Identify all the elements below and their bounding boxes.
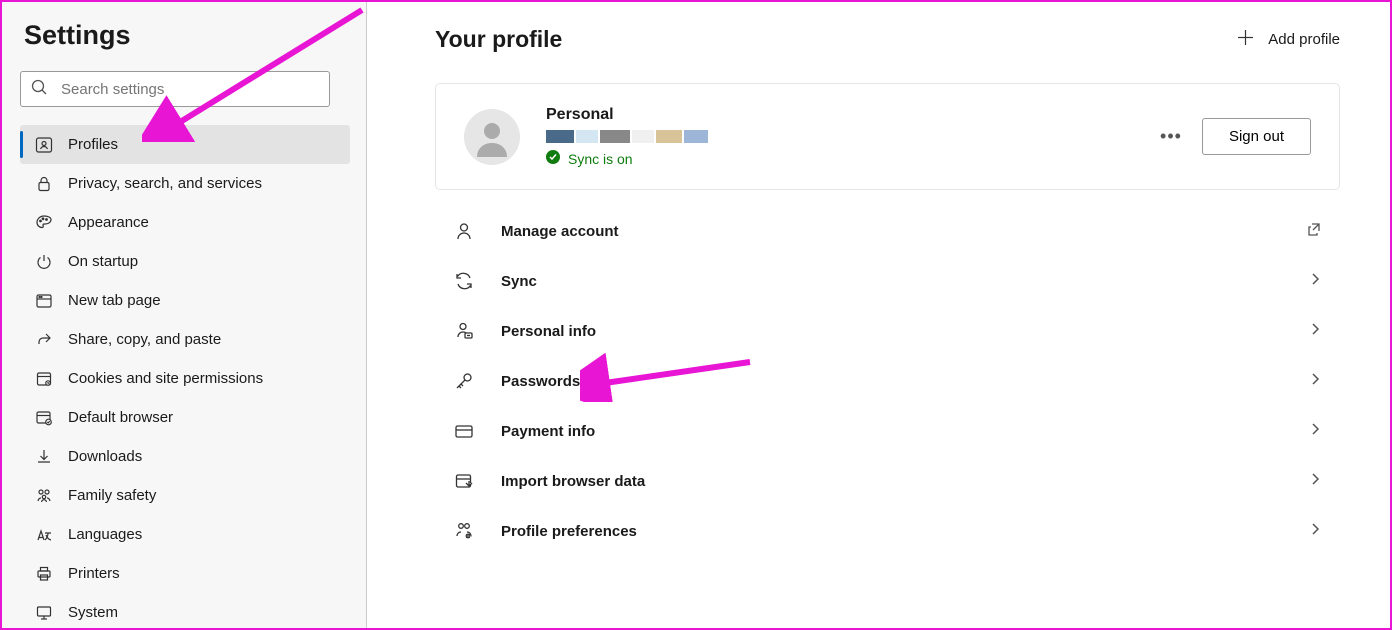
nav-label: Share, copy, and paste xyxy=(68,331,221,348)
menu-item-payment[interactable]: Payment info xyxy=(435,406,1340,456)
family-icon xyxy=(34,486,54,506)
avatar xyxy=(464,109,520,165)
chevron-right-icon xyxy=(1308,372,1322,391)
nav-item-family[interactable]: Family safety xyxy=(20,476,350,515)
nav-label: Privacy, search, and services xyxy=(68,175,262,192)
lock-icon xyxy=(34,174,54,194)
nav-item-share[interactable]: Share, copy, and paste xyxy=(20,320,350,359)
chevron-right-icon xyxy=(1308,272,1322,291)
profile-menu-list: Manage account Sync Personal info xyxy=(435,206,1340,556)
printer-icon xyxy=(34,564,54,584)
nav-label: Family safety xyxy=(68,487,156,504)
search-input[interactable] xyxy=(61,81,319,98)
search-icon xyxy=(31,79,47,100)
page-title: Your profile xyxy=(435,26,562,53)
nav-item-system[interactable]: System xyxy=(20,593,350,628)
nav-label: New tab page xyxy=(68,292,161,309)
nav-label: Default browser xyxy=(68,409,173,426)
settings-sidebar: Settings Profiles Privacy, search, and s… xyxy=(2,2,367,628)
power-icon xyxy=(34,252,54,272)
add-profile-label: Add profile xyxy=(1268,31,1340,48)
nav-item-downloads[interactable]: Downloads xyxy=(20,437,350,476)
profile-card: Personal Sync is on ••• Sign out xyxy=(435,83,1340,190)
menu-item-sync[interactable]: Sync xyxy=(435,256,1340,306)
person-icon xyxy=(453,220,475,242)
menu-item-preferences[interactable]: Profile preferences xyxy=(435,506,1340,556)
menu-item-import[interactable]: Import browser data xyxy=(435,456,1340,506)
profiles-icon xyxy=(34,135,54,155)
menu-item-personal-info[interactable]: Personal info xyxy=(435,306,1340,356)
system-icon xyxy=(34,603,54,623)
chevron-right-icon xyxy=(1308,522,1322,541)
card-icon xyxy=(453,420,475,442)
nav-label: Downloads xyxy=(68,448,142,465)
nav-label: System xyxy=(68,604,118,621)
nav-item-profiles[interactable]: Profiles xyxy=(20,125,350,164)
sync-status: Sync is on xyxy=(546,150,1160,167)
nav-label: Profiles xyxy=(68,136,118,153)
nav-item-privacy[interactable]: Privacy, search, and services xyxy=(20,164,350,203)
nav-item-newtab[interactable]: New tab page xyxy=(20,281,350,320)
menu-label: Personal info xyxy=(501,323,1308,340)
nav-label: On startup xyxy=(68,253,138,270)
newtab-icon xyxy=(34,291,54,311)
languages-icon xyxy=(34,525,54,545)
main-content: Your profile Add profile Personal xyxy=(367,2,1390,628)
key-icon xyxy=(453,370,475,392)
nav-item-printers[interactable]: Printers xyxy=(20,554,350,593)
share-icon xyxy=(34,330,54,350)
profile-info: Personal Sync is on xyxy=(546,106,1160,167)
nav-label: Appearance xyxy=(68,214,149,231)
sync-icon xyxy=(453,270,475,292)
menu-label: Sync xyxy=(501,273,1308,290)
nav-item-cookies[interactable]: Cookies and site permissions xyxy=(20,359,350,398)
chevron-right-icon xyxy=(1308,322,1322,341)
menu-item-manage-account[interactable]: Manage account xyxy=(435,206,1340,256)
profile-name: Personal xyxy=(546,106,1160,124)
nav-item-defaultbrowser[interactable]: Default browser xyxy=(20,398,350,437)
appearance-icon xyxy=(34,213,54,233)
browser-icon xyxy=(34,408,54,428)
check-circle-icon xyxy=(546,150,560,167)
menu-label: Payment info xyxy=(501,423,1308,440)
nav-label: Languages xyxy=(68,526,142,543)
menu-label: Passwords xyxy=(501,373,1308,390)
external-icon xyxy=(1306,221,1322,242)
personal-info-icon xyxy=(453,320,475,342)
nav-item-languages[interactable]: Languages xyxy=(20,515,350,554)
main-header: Your profile Add profile xyxy=(435,26,1340,53)
menu-label: Import browser data xyxy=(501,473,1308,490)
signout-button[interactable]: Sign out xyxy=(1202,118,1311,155)
chevron-right-icon xyxy=(1308,472,1322,491)
add-profile-button[interactable]: Add profile xyxy=(1237,29,1340,50)
settings-title: Settings xyxy=(24,20,350,51)
nav-label: Printers xyxy=(68,565,120,582)
menu-item-passwords[interactable]: Passwords xyxy=(435,356,1340,406)
sync-label: Sync is on xyxy=(568,151,633,167)
plus-icon xyxy=(1237,29,1254,50)
menu-label: Profile preferences xyxy=(501,523,1308,540)
profile-email-redacted xyxy=(546,130,1160,143)
chevron-right-icon xyxy=(1308,422,1322,441)
menu-label: Manage account xyxy=(501,223,1306,240)
nav-list: Profiles Privacy, search, and services A… xyxy=(20,125,350,628)
preferences-icon xyxy=(453,520,475,542)
search-box[interactable] xyxy=(20,71,330,107)
nav-label: Cookies and site permissions xyxy=(68,370,263,387)
download-icon xyxy=(34,447,54,467)
import-icon xyxy=(453,470,475,492)
cookies-icon xyxy=(34,369,54,389)
more-button[interactable]: ••• xyxy=(1160,126,1182,147)
nav-item-startup[interactable]: On startup xyxy=(20,242,350,281)
nav-item-appearance[interactable]: Appearance xyxy=(20,203,350,242)
